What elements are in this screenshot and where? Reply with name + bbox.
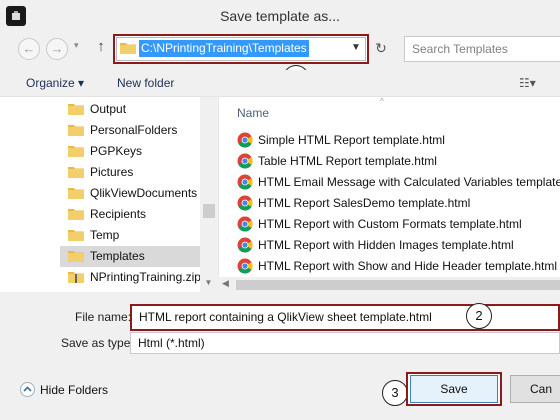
file-name-label: File name:: [75, 310, 132, 324]
chrome-html-icon: [237, 153, 253, 169]
file-name: HTML Report with Hidden Images template.…: [258, 238, 514, 252]
file-name: Simple HTML Report template.html: [258, 133, 445, 147]
file-name: HTML Report SalesDemo template.html: [258, 196, 471, 210]
nav-item-label: Output: [90, 102, 127, 116]
nav-item[interactable]: PGPKeys: [66, 141, 206, 162]
back-button[interactable]: ←: [18, 38, 40, 60]
nav-scrollbar-thumb[interactable]: [203, 204, 215, 218]
nav-item-label: QlikViewDocuments: [90, 186, 198, 200]
file-name: Table HTML Report template.html: [258, 154, 437, 168]
forward-button[interactable]: →: [46, 38, 68, 60]
nav-item[interactable]: NPrintingTraining.zip: [66, 267, 206, 288]
recent-locations-chevron-icon[interactable]: ▾: [74, 40, 79, 51]
file-name: HTML Email Message with Calculated Varia…: [258, 175, 560, 189]
column-header-name[interactable]: Name: [237, 106, 269, 120]
save-type-label: Save as type:: [61, 336, 134, 350]
folder-icon: [68, 251, 84, 262]
nav-item[interactable]: QlikViewDocuments: [66, 183, 206, 204]
scroll-down-icon[interactable]: ▼: [200, 276, 217, 290]
nav-item-label: PGPKeys: [90, 144, 143, 158]
cancel-button[interactable]: Can: [510, 375, 560, 403]
chrome-html-icon: [237, 132, 253, 148]
horizontal-scrollbar-thumb[interactable]: [236, 280, 560, 290]
nav-item[interactable]: Pictures: [66, 162, 206, 183]
file-row[interactable]: HTML Report with Hidden Images template.…: [237, 235, 560, 256]
folder-icon: [68, 167, 84, 178]
nav-scrollbar[interactable]: [200, 97, 217, 292]
nav-item[interactable]: Templates: [60, 246, 200, 267]
up-arrow-icon[interactable]: ↑: [94, 38, 108, 58]
organize-button[interactable]: Organize ▾: [26, 76, 84, 90]
nav-item-label: Temp: [90, 228, 120, 242]
file-row[interactable]: HTML Email Message with Calculated Varia…: [237, 172, 560, 193]
view-options-icon[interactable]: ☷▾: [519, 76, 539, 90]
file-name: HTML Report with Show and Hide Header te…: [258, 259, 558, 273]
folder-icon: [68, 209, 84, 220]
nav-item[interactable]: Output: [66, 99, 206, 120]
folder-icon: [68, 104, 84, 115]
sort-chevron-icon: ^: [380, 97, 384, 106]
nav-item[interactable]: PersonalFolders: [66, 120, 206, 141]
nav-item-label: Pictures: [90, 165, 134, 179]
nav-item-label: NPrintingTraining.zip: [90, 270, 201, 284]
nav-item[interactable]: Temp: [66, 225, 206, 246]
folder-icon: [68, 146, 84, 157]
folder-icon: [68, 188, 84, 199]
chrome-html-icon: [237, 237, 253, 253]
scroll-left-icon[interactable]: ◀: [222, 278, 229, 289]
callout-2: 2: [466, 303, 492, 329]
folder-icon: [68, 125, 84, 136]
file-row[interactable]: Table HTML Report template.html: [237, 151, 560, 172]
chrome-html-icon: [237, 216, 253, 232]
nav-item-label: Templates: [90, 249, 145, 263]
callout-3: 3: [382, 380, 408, 406]
folder-icon: [68, 230, 84, 241]
save-type-value[interactable]: Html (*.html): [138, 336, 205, 350]
address-path[interactable]: C:\NPrintingTraining\Templates: [139, 40, 309, 57]
file-name-value[interactable]: HTML report containing a QlikView sheet …: [139, 310, 432, 324]
save-button[interactable]: Save: [410, 375, 498, 403]
new-folder-button[interactable]: New folder: [117, 76, 174, 90]
nav-item-label: PersonalFolders: [90, 123, 178, 137]
refresh-icon[interactable]: ↻: [372, 39, 390, 57]
chrome-html-icon: [237, 258, 253, 274]
search-placeholder: Search Templates: [412, 42, 508, 56]
window-title: Save template as...: [220, 8, 340, 24]
file-row[interactable]: HTML Report with Show and Hide Header te…: [237, 256, 560, 277]
file-row[interactable]: HTML Report SalesDemo template.html: [237, 193, 560, 214]
zip-folder-icon: [68, 272, 84, 283]
chrome-html-icon: [237, 195, 253, 211]
file-row[interactable]: Simple HTML Report template.html: [237, 130, 560, 151]
chevron-up-icon[interactable]: [20, 382, 35, 397]
folder-icon: [120, 43, 136, 54]
nav-item-label: Recipients: [90, 207, 147, 221]
hide-folders-button[interactable]: Hide Folders: [40, 383, 108, 397]
file-row[interactable]: HTML Report with Custom Formats template…: [237, 214, 560, 235]
chrome-html-icon: [237, 174, 253, 190]
nav-item[interactable]: Recipients: [66, 204, 206, 225]
chevron-down-icon[interactable]: ▼: [349, 40, 363, 56]
file-name: HTML Report with Custom Formats template…: [258, 217, 522, 231]
